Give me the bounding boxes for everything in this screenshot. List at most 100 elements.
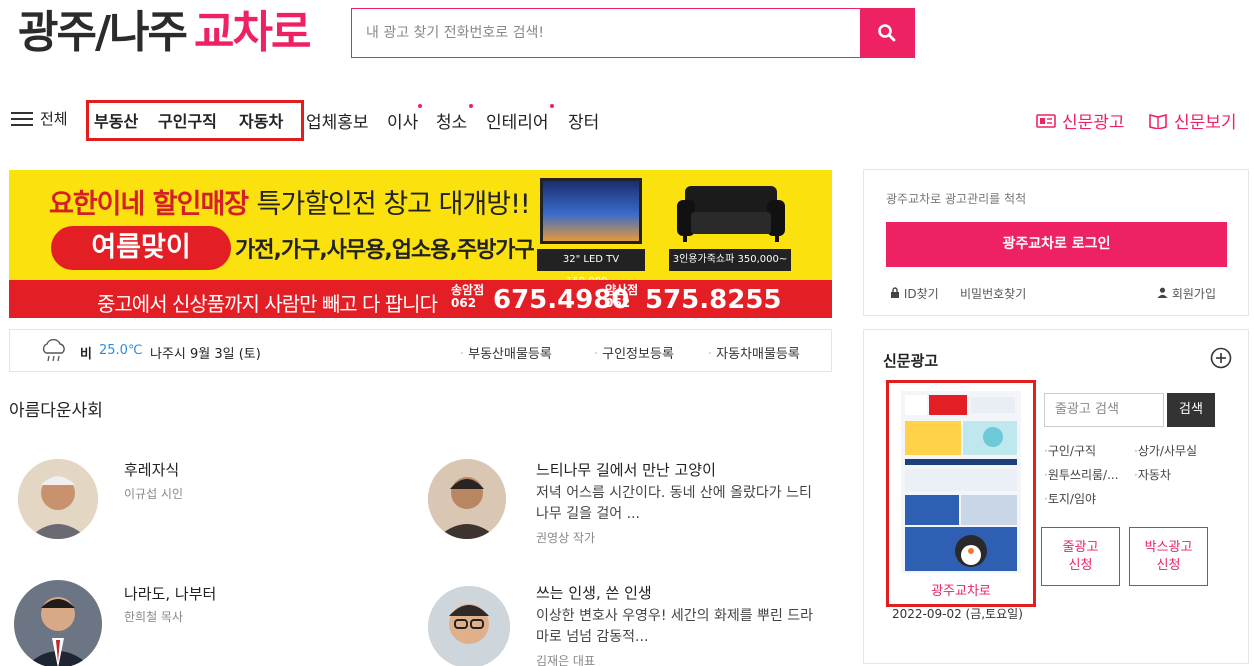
login-panel: 광주교차로 광고관리를 척척 광주교차로 로그인 ID찾기 비밀번호찾기 회원가… [863,169,1249,316]
id-find-link[interactable]: ID찾기 [890,285,939,302]
user-icon [1157,287,1168,298]
login-caption: 광주교차로 광고관리를 척척 [886,192,1027,206]
category-rooms[interactable]: 원투쓰리룸/... [1044,466,1119,483]
branch2-name: 양산점 [605,283,639,297]
branch2-label: 양산점 062 [605,284,638,310]
line-ad-search-button[interactable]: 검색 [1167,393,1215,427]
plus-circle-icon[interactable] [1210,347,1232,369]
weather-text: 비 [80,347,92,362]
logo-text-region: 광주/나주 [18,7,188,58]
logo-text-brand: 교차로 [194,7,311,58]
banner-headline: 요한이네 할인매장 특가할인전 창고 대개방!! [49,182,531,221]
banner-pill: 여름맞이 [51,226,231,270]
article-title[interactable]: 쓰는 인생, 쓴 인생 [536,582,652,603]
article-desc: 저녁 어스름 시간이다. 동네 산에 올랐다가 느티나무 길을 걸어 ... [536,485,812,522]
nav-new-dot [469,104,473,108]
person-icon [18,459,98,539]
ad-banner[interactable]: 요한이네 할인매장 특가할인전 창고 대개방!! 여름맞이 가전,가구,사무용,… [9,170,832,318]
nav-item-realestate[interactable]: 부동산 [94,108,138,132]
newspaper-icon [1036,113,1056,128]
join-link[interactable]: 회원가입 [1157,285,1216,302]
newspaper-cover [901,391,1021,573]
nav-item-cleaning[interactable]: 청소 [436,108,467,133]
sofa-caption: 3인용가죽쇼파 350,000~ [669,249,791,271]
job-register-link[interactable]: 구인정보등록 [594,343,674,362]
article-author: 권영상 작가 [536,531,596,545]
tv-image [540,178,642,244]
newspaper-view-link[interactable]: 신문보기 [1148,108,1237,133]
nav-new-dot [550,104,554,108]
tv-caption: 32" LED TV 159,000~ [537,249,645,287]
branch1-name: 송암점 [451,283,485,297]
all-menu-button[interactable]: 전체 [11,108,68,129]
section-title: 아름다운사회 [9,401,103,421]
banner-bottom-text: 중고에서 신상품까지 사람만 빼고 다 팝니다 [97,292,438,316]
id-find-label: ID찾기 [903,287,939,301]
newspaper-thumbnail[interactable]: 광주교차로 [886,380,1036,607]
article-title[interactable]: 후레자식 [124,459,179,480]
category-jobs[interactable]: 구인/구직 [1044,442,1096,459]
avatar [428,459,506,539]
nav-item-interior[interactable]: 인테리어 [486,108,549,133]
rain-cloud-icon [42,339,65,362]
newspaper-cover-image [901,391,1021,573]
article-author: 김재은 대표 [536,654,596,666]
person-icon [428,586,510,666]
search-input[interactable] [352,9,860,57]
banner-headline-black: 특가할인전 창고 대개방!! [256,189,531,220]
newspaper-date: 2022-09-02 (금,토요일) [892,607,1023,621]
line-ad-apply-button[interactable]: 줄광고 신청 [1041,527,1120,586]
nav-item-jobs[interactable]: 구인구직 [158,108,217,132]
branch2-phone: 575.8255 [645,285,782,315]
nav-new-dot [418,104,422,108]
category-cars[interactable]: 자동차 [1134,466,1171,483]
person-icon [14,580,102,666]
lock-icon [891,287,899,298]
newspaper-ad-link[interactable]: 신문광고 [1036,108,1125,133]
pw-find-link[interactable]: 비밀번호찾기 [960,285,1026,302]
book-icon [1149,113,1167,129]
banner-headline-red: 요한이네 할인매장 [49,189,249,220]
all-menu-label: 전체 [40,110,68,128]
newspaper-ad-panel: 신문광고 광주교차로 2022-09-02 (금,토요일) 줄광고 검색 검색 … [863,329,1249,664]
nav-item-cars[interactable]: 자동차 [239,108,283,132]
newspaper-view-label: 신문보기 [1174,113,1237,133]
thumbnail-caption: 광주교차로 [931,584,991,599]
login-button[interactable]: 광주교차로 로그인 [886,222,1227,267]
site-logo[interactable]: 광주/나주 교차로 [18,7,311,58]
search-bar [351,8,915,58]
branch1-area: 062 [451,296,477,310]
category-store-office[interactable]: 상가/사무실 [1134,442,1197,459]
join-label: 회원가입 [1171,287,1216,301]
box-ad-apply-button[interactable]: 박스광고 신청 [1129,527,1208,586]
info-bar: 비 25.0℃ 나주시 9월 3일 (토) 부동산매물등록 구인정보등록 자동차… [9,329,832,372]
branch2-area: 062 [605,296,631,310]
panel-title: 신문광고 [883,352,939,370]
newspaper-ad-label: 신문광고 [1062,113,1125,133]
article-author: 이규섭 시인 [124,487,184,501]
avatar [14,580,102,666]
banner-subline: 가전,가구,사무용,업소용,주방가구 [235,238,535,263]
nav-item-moving[interactable]: 이사 [387,108,418,133]
search-button[interactable] [860,9,914,57]
realestate-register-link[interactable]: 부동산매물등록 [460,343,552,362]
temperature: 25.0℃ [99,343,143,358]
article-title[interactable]: 나라도, 나부터 [124,583,216,604]
search-icon [878,24,896,42]
nav-item-business[interactable]: 업체홍보 [306,108,369,133]
car-register-link[interactable]: 자동차매물등록 [708,343,800,362]
hamburger-icon [11,111,33,127]
article-title[interactable]: 느티나무 길에서 만난 고양이 [536,459,716,480]
article-author: 한희철 목사 [124,610,184,624]
line-ad-search-input[interactable]: 줄광고 검색 [1044,393,1164,427]
sofa-image [677,186,785,242]
category-land[interactable]: 토지/임야 [1044,490,1096,507]
main-nav: 전체 부동산 구인구직 자동차 업체홍보 이사 청소 인테리어 장터 신문광고 … [0,98,1254,142]
person-icon [428,459,506,539]
location-date: 나주시 9월 3일 (토) [150,347,261,362]
avatar [428,586,510,666]
article-desc: 이상한 변호사 우영우! 세간의 화제를 뿌린 드라마로 넘넘 감동적... [536,608,814,645]
avatar [18,459,98,539]
nav-item-market[interactable]: 장터 [568,108,599,133]
branch1-label: 송암점 062 [451,284,484,310]
